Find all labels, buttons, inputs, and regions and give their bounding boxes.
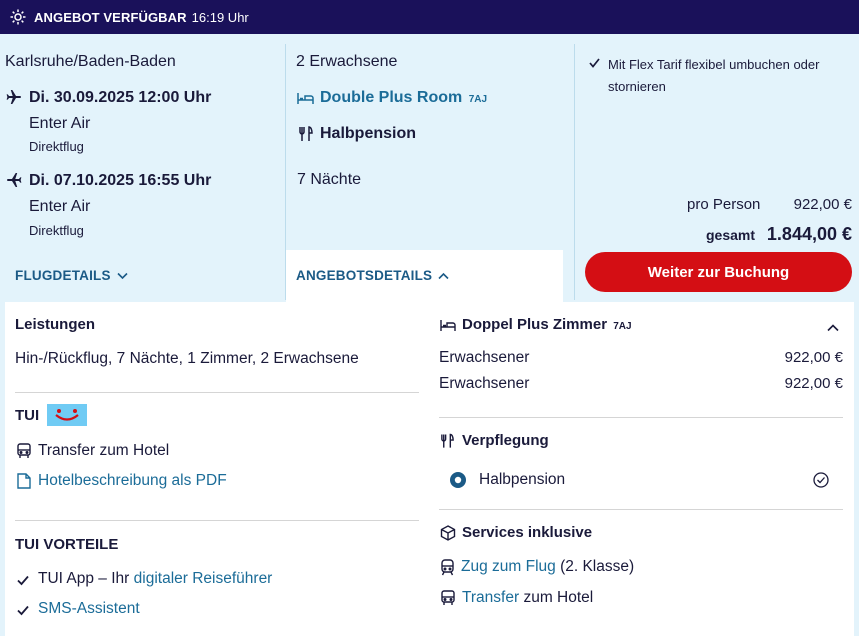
chevron-up-icon [827, 324, 839, 332]
check-icon [589, 55, 600, 73]
total-label: gesamt [706, 227, 756, 243]
outbound-flight-type: Direktflug [29, 139, 84, 154]
box-icon [440, 525, 456, 546]
train-icon [441, 559, 454, 581]
availability-time: 16:19 Uhr [191, 9, 249, 25]
tui-advantages-title: TUI VORTEILE [15, 536, 119, 553]
offer-details-toggle[interactable]: ANGEBOTSDETAILS [296, 268, 449, 283]
check-icon [17, 603, 29, 621]
train-class: (2. Klasse) [560, 558, 635, 575]
tui-title: TUI [15, 406, 40, 424]
room-code: 7AJ [468, 94, 488, 105]
chevron-down-icon [117, 272, 128, 279]
divider [439, 417, 843, 418]
transfer-link[interactable]: Transfer [462, 589, 519, 606]
sun-icon [10, 9, 26, 25]
service-transfer: Transfer zum Hotel [462, 589, 593, 607]
availability-status: ANGEBOT VERFÜGBAR [34, 9, 187, 25]
guest-price: 922,00 € [784, 375, 843, 392]
room-name-link[interactable]: Double Plus Room 7AJ [320, 89, 487, 107]
document-icon [17, 473, 31, 494]
room-title: Doppel Plus Zimmer [462, 316, 608, 333]
guest-price: 922,00 € [784, 349, 843, 366]
room-collapse-toggle[interactable] [827, 319, 839, 337]
departure-airport: Karlsruhe/Baden-Baden [5, 53, 176, 70]
flex-tariff-note: Mit Flex Tarif flexibel umbuchen oder st… [608, 57, 820, 94]
services-title: Leistungen [15, 316, 96, 333]
check-circle-icon [813, 472, 829, 493]
outbound-airline: Enter Air [29, 115, 91, 132]
chevron-up-icon [438, 272, 449, 279]
bed-icon [440, 319, 456, 337]
travel-guide-link[interactable]: digitaler Reiseführer [134, 570, 273, 587]
sms-assistant-link[interactable]: SMS-Assistent [38, 600, 140, 618]
inbound-flight-type: Direktflug [29, 223, 84, 238]
tui-logo-icon [47, 404, 88, 426]
per-person-price: 922,00 € [793, 196, 852, 213]
room-name: Double Plus Room [320, 89, 463, 106]
guest-label: Erwachsener [439, 349, 530, 366]
divider [15, 520, 419, 521]
nights-count: 7 Nächte [297, 171, 362, 188]
column-divider [574, 44, 575, 300]
flight-details-label: FLUGDETAILS [15, 268, 111, 283]
meal-radio[interactable] [449, 471, 467, 494]
divider [15, 392, 419, 393]
inbound-flight-icon [6, 172, 22, 193]
bus-icon [440, 590, 456, 611]
room-section-title: Doppel Plus Zimmer 7AJ [462, 316, 632, 333]
check-icon [17, 573, 29, 591]
outbound-datetime: Di. 30.09.2025 12:00 Uhr [29, 89, 212, 106]
room-code: 7AJ [613, 321, 632, 332]
total-price: 1.844,00 € [766, 224, 852, 244]
per-person-label: pro Person [687, 196, 761, 213]
service-train: Zug zum Flug (2. Klasse) [461, 558, 634, 576]
divider [439, 509, 843, 510]
included-services-title: Services inklusive [462, 524, 593, 541]
guest-label: Erwachsener [439, 375, 530, 392]
continue-booking-button[interactable]: Weiter zur Buchung [585, 252, 852, 292]
inbound-datetime: Di. 07.10.2025 16:55 Uhr [29, 172, 212, 189]
outbound-flight-icon [6, 89, 22, 110]
cutlery-icon [440, 433, 455, 454]
bed-icon [297, 91, 314, 110]
flight-details-toggle[interactable]: FLUGDETAILS [15, 268, 128, 283]
services-text: Hin-/Rückflug, 7 Nächte, 1 Zimmer, 2 Erw… [15, 350, 359, 367]
meal-option-label: Halbpension [479, 471, 566, 488]
tui-section-title: TUI [15, 404, 88, 427]
availability-banner: ANGEBOT VERFÜGBAR 16:19 Uhr [0, 0, 859, 34]
hotel-pdf-link[interactable]: Hotelbeschreibung als PDF [38, 472, 227, 490]
transfer-suffix: zum Hotel [523, 589, 594, 606]
advantage-tui-app: TUI App – Ihr digitaler Reiseführer [38, 570, 272, 588]
board-type: Halbpension [320, 125, 417, 142]
cutlery-icon [298, 126, 314, 147]
train-to-flight-link[interactable]: Zug zum Flug [461, 558, 556, 575]
inbound-airline: Enter Air [29, 198, 91, 215]
transfer-item: Transfer zum Hotel [38, 442, 170, 459]
offer-details-label: ANGEBOTSDETAILS [296, 268, 433, 283]
travelers-count: 2 Erwachsene [296, 53, 398, 70]
meals-title: Verpflegung [462, 432, 549, 449]
advantage-tui-app-text: TUI App – Ihr [38, 570, 130, 587]
bus-icon [16, 443, 32, 464]
